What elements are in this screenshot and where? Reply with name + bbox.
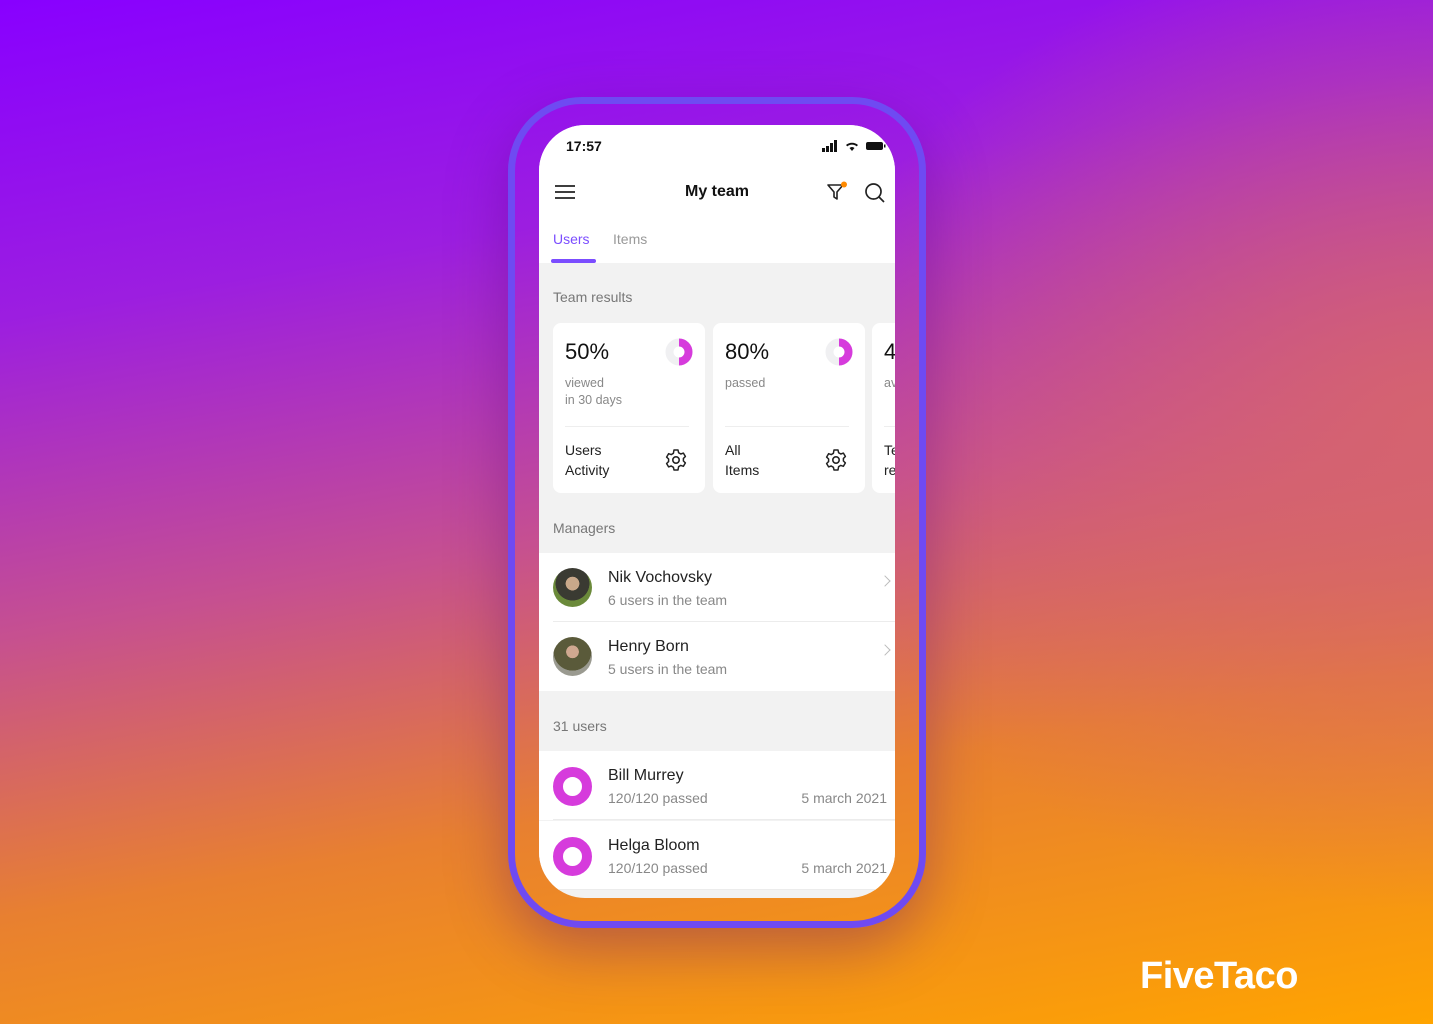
managers-heading: Managers: [553, 520, 616, 536]
donut-chart-icon: [665, 338, 693, 366]
gear-icon[interactable]: [824, 448, 848, 472]
team-results-heading: Team results: [553, 289, 633, 305]
divider: [553, 889, 895, 890]
stat-value: 50%: [565, 339, 610, 364]
user-date: 5 march 2021: [801, 790, 887, 806]
user-progress: 120/120 passed: [608, 790, 708, 806]
avatar: [553, 637, 592, 676]
user-row[interactable]: Bill Murrey 120/120 passed 5 march 2021: [539, 751, 895, 820]
divider: [884, 426, 895, 427]
stat-period: in 30 days: [565, 393, 622, 407]
manager-row[interactable]: Henry Born 5 users in the team: [539, 622, 895, 691]
gear-icon[interactable]: [664, 448, 688, 472]
avatar: [553, 568, 592, 607]
filter-icon[interactable]: [826, 181, 848, 203]
search-icon[interactable]: [864, 182, 886, 204]
stat-label: viewed: [565, 376, 604, 390]
user-name: Bill Murrey: [608, 767, 684, 784]
tab-items[interactable]: Items: [613, 231, 647, 247]
manager-row[interactable]: Nik Vochovsky 6 users in the team: [539, 553, 895, 622]
status-icons: [822, 140, 886, 152]
card-footer-label: Te: [884, 442, 895, 458]
stat-value: 4: [884, 339, 895, 364]
card-footer-label: Items: [725, 462, 760, 478]
donut-chart-icon: [825, 338, 853, 366]
manager-team-size: 5 users in the team: [608, 661, 728, 677]
stat-label: passed: [725, 376, 766, 390]
brand-logo: FiveTaco: [1140, 955, 1298, 997]
card-footer-label: re: [884, 462, 895, 478]
card-footer-label: Users: [565, 442, 602, 458]
manager-name: Henry Born: [608, 638, 689, 655]
user-date: 5 march 2021: [801, 860, 887, 876]
card-footer-label: Activity: [565, 462, 610, 478]
manager-team-size: 6 users in the team: [608, 592, 728, 608]
tab-users[interactable]: Users: [553, 231, 590, 247]
stat-label: av: [884, 376, 895, 390]
users-count-heading: 31 users: [553, 718, 607, 734]
chevron-right-icon: [879, 644, 891, 656]
user-name: Helga Bloom: [608, 837, 700, 854]
divider: [553, 819, 895, 820]
stat-card-partial[interactable]: 4 av Te re: [872, 323, 895, 493]
stat-card-users-activity[interactable]: 50% viewed in 30 days Users Activity: [553, 323, 705, 493]
progress-ring-icon: [553, 837, 592, 876]
stat-card-all-items[interactable]: 80% passed All Items: [713, 323, 865, 493]
user-row[interactable]: Helga Bloom 120/120 passed 5 march 2021: [539, 821, 895, 890]
divider: [565, 426, 689, 427]
card-footer-label: All: [725, 442, 741, 458]
progress-ring-icon: [553, 767, 592, 806]
stat-value: 80%: [725, 339, 770, 364]
status-time: 17:57: [566, 138, 602, 154]
manager-name: Nik Vochovsky: [608, 569, 713, 586]
divider: [725, 426, 849, 427]
user-progress: 120/120 passed: [608, 860, 708, 876]
chevron-right-icon: [879, 575, 891, 587]
phone-screen: 17:57 My team Users Items Team results 5…: [539, 125, 895, 898]
active-tab-indicator: [551, 259, 596, 263]
